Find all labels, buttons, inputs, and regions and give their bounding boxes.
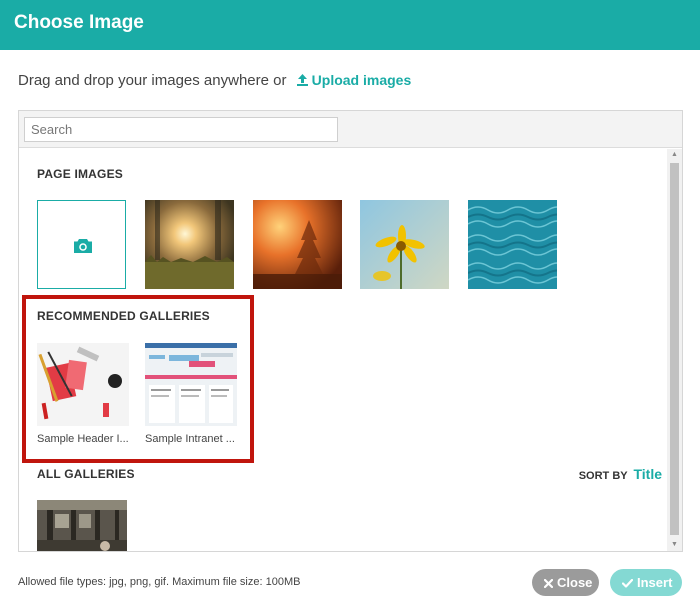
- recommended-galleries-title: RECOMMENDED GALLERIES: [37, 309, 210, 323]
- dialog-header: Choose Image: [0, 0, 700, 50]
- drop-zone-text: Drag and drop your images anywhere or: [18, 72, 287, 89]
- upload-image-tile[interactable]: [37, 200, 126, 289]
- check-icon: [621, 578, 634, 588]
- close-button[interactable]: Close: [532, 569, 599, 596]
- search-bar: [19, 111, 682, 148]
- sort-by-label: SORT BY: [578, 470, 628, 482]
- upload-icon: [296, 74, 308, 86]
- scroll-thumb[interactable]: [670, 163, 679, 535]
- drop-zone-hint: Drag and drop your images anywhere or Up…: [18, 72, 411, 89]
- page-image-orange-forest[interactable]: [253, 200, 342, 289]
- sort-by-value[interactable]: Title: [633, 466, 662, 482]
- all-galleries-title: ALL GALLERIES: [37, 467, 135, 481]
- close-icon: [543, 578, 554, 589]
- close-button-label: Close: [557, 575, 593, 590]
- gallery-card[interactable]: Sample Header I...: [37, 343, 129, 445]
- scroll-up-arrow[interactable]: ▲: [667, 149, 682, 161]
- file-types-info: Allowed file types: jpg, png, gif. Maxim…: [18, 576, 301, 588]
- page-image-yellow-flower[interactable]: [360, 200, 449, 289]
- gallery-thumbnail: [37, 343, 129, 426]
- image-scroll-area[interactable]: PAGE IMAGES RECOMMENDED GALLERIES Sample…: [19, 149, 682, 551]
- insert-button[interactable]: Insert: [610, 569, 682, 596]
- upload-images-link[interactable]: Upload images: [296, 72, 412, 88]
- page-images-title: PAGE IMAGES: [37, 167, 123, 181]
- search-input[interactable]: [24, 117, 338, 142]
- gallery-card[interactable]: Sample Intranet ...: [145, 343, 237, 445]
- dialog-title: Choose Image: [14, 12, 144, 33]
- gallery-thumbnail: [145, 343, 237, 426]
- image-browser-panel: PAGE IMAGES: [18, 110, 683, 552]
- page-image-sunset-forest[interactable]: [145, 200, 234, 289]
- gallery-name: Sample Intranet ...: [145, 433, 235, 445]
- vertical-scrollbar[interactable]: ▲ ▼: [667, 149, 682, 551]
- insert-button-label: Insert: [637, 575, 673, 590]
- upload-images-label: Upload images: [311, 72, 412, 88]
- gallery-name: Sample Header I...: [37, 433, 129, 445]
- gallery-thumbnail-warehouse[interactable]: [37, 500, 127, 551]
- scroll-down-arrow[interactable]: ▼: [667, 539, 682, 551]
- sort-by-control[interactable]: SORT BY Title: [579, 466, 662, 482]
- camera-icon: [74, 239, 92, 253]
- page-image-blue-water[interactable]: [468, 200, 557, 289]
